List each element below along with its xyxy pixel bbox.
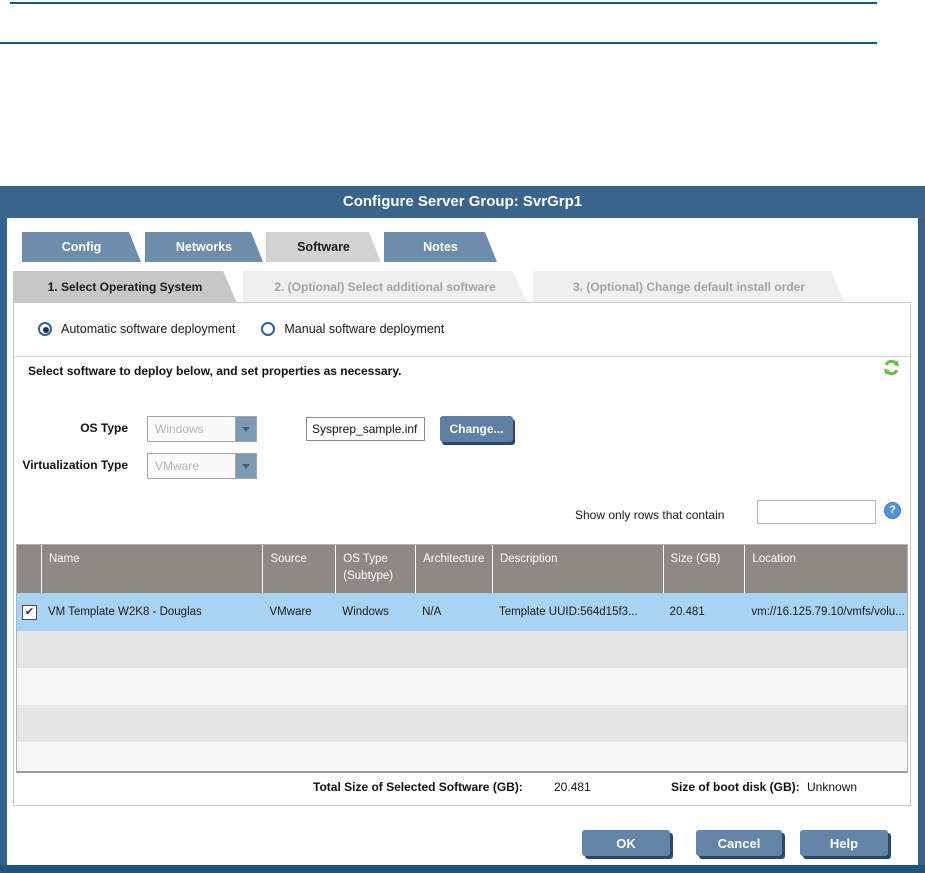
- check-icon: ✔: [25, 606, 34, 618]
- deployment-radio-group: Automatic software deployment Manual sof…: [38, 322, 444, 336]
- column-name: Name: [41, 545, 262, 593]
- dialog-border-bottom: [0, 865, 925, 873]
- chevron-down-icon: [235, 454, 256, 478]
- cell-location: vm://16.125.79.10/vmfs/volu...: [744, 606, 907, 618]
- table-header: Name Source OS Type (Subtype) Architectu…: [17, 545, 907, 593]
- sysprep-file-input[interactable]: [306, 417, 425, 441]
- boot-disk-label: Size of boot disk (GB):: [671, 780, 800, 794]
- tab-config[interactable]: Config: [22, 232, 141, 262]
- dialog-border-right: [918, 218, 925, 865]
- dialog-title: Configure Server Group: SvrGrp1: [0, 186, 925, 218]
- column-source: Source: [262, 545, 335, 593]
- column-os-type: OS Type (Subtype): [335, 545, 415, 593]
- cell-description: Template UUID:564d15f3...: [492, 606, 663, 618]
- page-top-rule: [10, 2, 877, 4]
- subtab-label: 3. (Optional) Change default install ord…: [573, 280, 805, 294]
- column-architecture: Architecture: [415, 545, 492, 593]
- os-type-value: Windows: [148, 422, 235, 436]
- empty-row: [17, 742, 907, 771]
- cell-name: VM Template W2K8 - Douglas: [41, 606, 262, 618]
- os-type-label: OS Type: [14, 421, 128, 435]
- tab-networks[interactable]: Networks: [145, 232, 263, 262]
- radio-automatic-label: Automatic software deployment: [61, 322, 235, 336]
- tab-config-label: Config: [62, 240, 102, 254]
- radio-manual-deployment[interactable]: [261, 322, 275, 336]
- subtab-label: 2. (Optional) Select additional software: [274, 280, 495, 294]
- change-button[interactable]: Change...: [440, 416, 513, 442]
- subtab-select-additional-software[interactable]: 2. (Optional) Select additional software: [243, 271, 527, 303]
- dialog-border-left: [0, 218, 7, 865]
- cell-size: 20.481: [663, 606, 745, 618]
- column-checkbox: [17, 545, 41, 593]
- subtab-label: 1. Select Operating System: [48, 280, 203, 294]
- radio-automatic-deployment[interactable]: [38, 322, 52, 336]
- tab-notes-label: Notes: [423, 240, 458, 254]
- empty-row: [17, 705, 907, 742]
- configure-server-group-dialog: Configure Server Group: SvrGrp1 Config N…: [0, 186, 925, 873]
- instruction-text: Select software to deploy below, and set…: [28, 364, 401, 378]
- os-type-select[interactable]: Windows: [147, 416, 257, 442]
- tab-notes[interactable]: Notes: [384, 232, 497, 262]
- cell-architecture: N/A: [415, 606, 492, 618]
- radio-manual-label: Manual software deployment: [284, 322, 444, 336]
- tab-software-label: Software: [297, 240, 350, 254]
- total-size-label: Total Size of Selected Software (GB):: [313, 780, 523, 794]
- page: Configure Server Group: SvrGrp1 Config N…: [0, 0, 925, 873]
- column-size: Size (GB): [663, 545, 745, 593]
- radio-selected-dot: [43, 327, 49, 333]
- tab-software[interactable]: Software: [266, 232, 381, 262]
- software-panel: Automatic software deployment Manual sof…: [13, 302, 911, 806]
- cancel-button[interactable]: Cancel: [696, 830, 782, 856]
- tab-networks-label: Networks: [176, 240, 232, 254]
- subtab-select-operating-system[interactable]: 1. Select Operating System: [13, 271, 237, 303]
- empty-row: [17, 668, 907, 705]
- filter-label: Show only rows that contain: [575, 508, 724, 522]
- filter-input[interactable]: [757, 500, 876, 524]
- virtualization-type-select[interactable]: VMware: [147, 453, 257, 479]
- help-icon[interactable]: ?: [884, 502, 901, 519]
- virtualization-type-label: Virtualization Type: [14, 458, 128, 472]
- table-row[interactable]: ✔ VM Template W2K8 - Douglas VMware Wind…: [17, 593, 907, 631]
- section-divider: [14, 356, 910, 357]
- cell-os-type: Windows: [335, 606, 415, 618]
- page-second-rule: [0, 42, 877, 44]
- column-location: Location: [744, 545, 907, 593]
- software-table: Name Source OS Type (Subtype) Architectu…: [16, 544, 908, 773]
- boot-disk-value: Unknown: [807, 780, 857, 794]
- cell-source: VMware: [262, 606, 335, 618]
- subtab-change-install-order[interactable]: 3. (Optional) Change default install ord…: [533, 271, 845, 303]
- ok-button[interactable]: OK: [582, 830, 670, 856]
- total-size-value: 20.481: [554, 780, 591, 794]
- column-description: Description: [492, 545, 663, 593]
- chevron-down-icon: [235, 417, 256, 441]
- virtualization-type-value: VMware: [148, 459, 235, 473]
- refresh-icon[interactable]: [882, 358, 901, 377]
- empty-row: [17, 631, 907, 668]
- row-checkbox[interactable]: ✔: [22, 605, 37, 620]
- help-button[interactable]: Help: [800, 830, 888, 856]
